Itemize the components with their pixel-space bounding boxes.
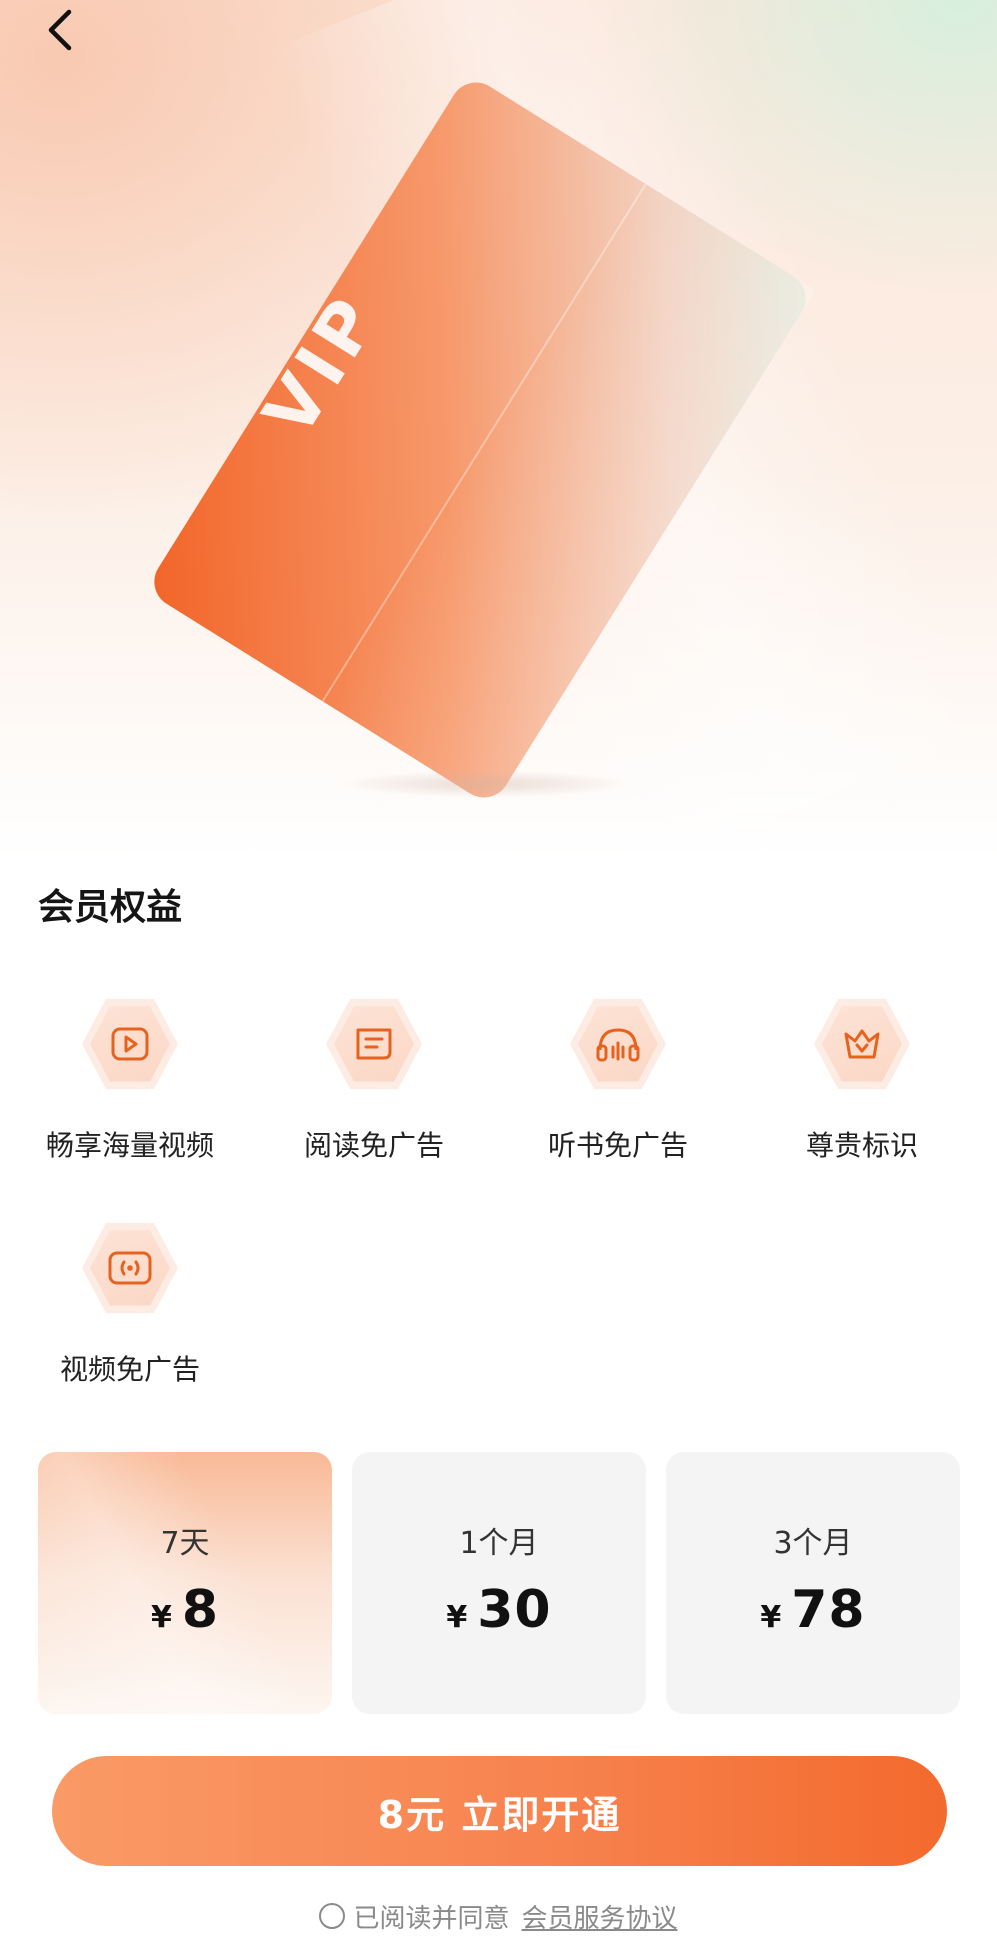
plan-name: 7天 — [160, 1526, 210, 1561]
hero-banner: VIP — [0, 0, 997, 860]
plan-price: ¥ 78 — [760, 1580, 865, 1640]
book-icon — [356, 1028, 392, 1060]
vip-card: VIP — [154, 82, 816, 808]
benefit-label: 视频免广告 — [59, 1353, 200, 1386]
benefits-title: 会员权益 — [38, 887, 183, 928]
currency-symbol: ¥ — [446, 1600, 468, 1635]
plan-name: 3个月 — [773, 1526, 853, 1561]
agreement-checkbox[interactable] — [319, 1903, 346, 1929]
price-amount: 30 — [477, 1580, 552, 1640]
benefit-label: 尊贵标识 — [805, 1129, 918, 1162]
agreement-row: 已阅读并同意 会员服务协议 — [0, 1894, 997, 1938]
crown-icon — [844, 1029, 880, 1059]
headphones-icon — [596, 1028, 640, 1062]
agreement-text: 已阅读并同意 — [353, 1903, 510, 1934]
play-icon — [111, 1027, 149, 1061]
benefit-reading-no-ads: 阅读免广告 — [264, 996, 484, 1164]
plan-card-1-month[interactable]: 1个月 ¥ 30 — [352, 1452, 646, 1714]
benefit-video-no-ads: 视频免广告 — [20, 1220, 240, 1388]
benefit-audiobook-no-ads: 听书免广告 — [508, 996, 728, 1164]
plan-name: 1个月 — [459, 1526, 539, 1561]
benefit-label: 阅读免广告 — [303, 1129, 444, 1162]
plan-card-3-months[interactable]: 3个月 ¥ 78 — [666, 1452, 960, 1714]
activate-vip-button[interactable]: 8元 立即开通 — [52, 1756, 947, 1866]
card-shadow — [335, 770, 635, 798]
benefit-unlimited-video: 畅享海量视频 — [20, 996, 240, 1164]
service-agreement-link[interactable]: 会员服务协议 — [522, 1898, 678, 1935]
broadcast-icon — [108, 1251, 152, 1285]
benefit-label: 畅享海量视频 — [45, 1129, 214, 1162]
plan-price: ¥ 8 — [151, 1580, 219, 1640]
plan-price: ¥ 30 — [446, 1580, 551, 1640]
benefit-premium-badge: 尊贵标识 — [752, 996, 972, 1164]
currency-symbol: ¥ — [760, 1600, 782, 1635]
price-amount: 78 — [791, 1580, 866, 1640]
price-amount: 8 — [181, 1580, 220, 1640]
currency-symbol: ¥ — [150, 1600, 172, 1635]
plan-card-7-days[interactable]: 7天 ¥ 8 — [38, 1452, 332, 1714]
benefit-label: 听书免广告 — [547, 1129, 688, 1162]
